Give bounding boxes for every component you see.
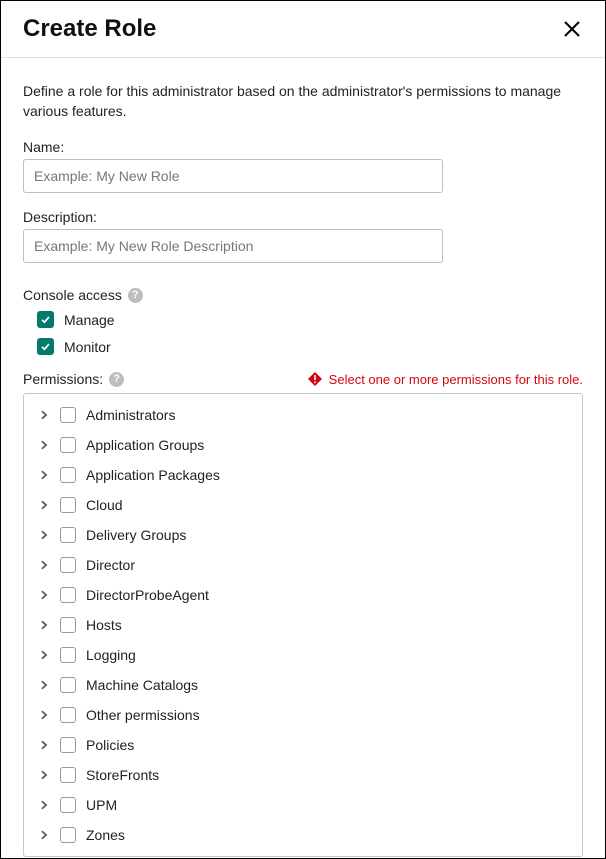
permission-checkbox[interactable] xyxy=(60,767,76,783)
monitor-label: Monitor xyxy=(64,339,111,355)
permission-row: Hosts xyxy=(24,610,582,640)
permission-checkbox[interactable] xyxy=(60,527,76,543)
chevron-right-icon[interactable] xyxy=(38,739,50,751)
permission-label: Machine Catalogs xyxy=(86,677,198,693)
permission-row: Other permissions xyxy=(24,700,582,730)
permission-row: Machine Catalogs xyxy=(24,670,582,700)
permission-checkbox[interactable] xyxy=(60,707,76,723)
manage-label: Manage xyxy=(64,312,115,328)
permission-label: Delivery Groups xyxy=(86,527,186,543)
permissions-label: Permissions: xyxy=(23,371,103,387)
chevron-right-icon[interactable] xyxy=(38,589,50,601)
manage-checkbox[interactable] xyxy=(37,311,54,328)
permission-checkbox[interactable] xyxy=(60,497,76,513)
permission-checkbox[interactable] xyxy=(60,797,76,813)
permission-checkbox[interactable] xyxy=(60,677,76,693)
permission-checkbox[interactable] xyxy=(60,587,76,603)
permission-row: Logging xyxy=(24,640,582,670)
error-text: Select one or more permissions for this … xyxy=(329,372,583,387)
permission-row: Cloud xyxy=(24,490,582,520)
description-label: Description: xyxy=(23,209,583,225)
chevron-right-icon[interactable] xyxy=(38,619,50,631)
permission-row: Application Packages xyxy=(24,460,582,490)
permission-label: Zones xyxy=(86,827,125,843)
chevron-right-icon[interactable] xyxy=(38,499,50,511)
permission-label: Application Packages xyxy=(86,467,220,483)
error-icon xyxy=(307,371,323,387)
permission-row: Application Groups xyxy=(24,430,582,460)
permission-checkbox[interactable] xyxy=(60,467,76,483)
permission-checkbox[interactable] xyxy=(60,407,76,423)
chevron-right-icon[interactable] xyxy=(38,469,50,481)
permission-label: StoreFronts xyxy=(86,767,159,783)
permission-checkbox[interactable] xyxy=(60,737,76,753)
chevron-right-icon[interactable] xyxy=(38,709,50,721)
close-button[interactable] xyxy=(561,18,583,40)
chevron-right-icon[interactable] xyxy=(38,799,50,811)
close-icon xyxy=(562,19,582,39)
check-icon xyxy=(40,341,51,352)
permission-label: Cloud xyxy=(86,497,123,513)
permission-label: Hosts xyxy=(86,617,122,633)
permission-label: Logging xyxy=(86,647,136,663)
permission-row: UPM xyxy=(24,790,582,820)
dialog-title: Create Role xyxy=(23,15,156,43)
permission-row: Zones xyxy=(24,820,582,850)
permission-label: DirectorProbeAgent xyxy=(86,587,209,603)
permission-checkbox[interactable] xyxy=(60,617,76,633)
console-access-label: Console access xyxy=(23,287,122,303)
permission-checkbox[interactable] xyxy=(60,557,76,573)
help-icon[interactable]: ? xyxy=(109,372,124,387)
chevron-right-icon[interactable] xyxy=(38,409,50,421)
name-label: Name: xyxy=(23,139,583,155)
permission-row: Policies xyxy=(24,730,582,760)
chevron-right-icon[interactable] xyxy=(38,769,50,781)
chevron-right-icon[interactable] xyxy=(38,649,50,661)
chevron-right-icon[interactable] xyxy=(38,439,50,451)
permission-label: Application Groups xyxy=(86,437,204,453)
permission-row: Administrators xyxy=(24,400,582,430)
chevron-right-icon[interactable] xyxy=(38,559,50,571)
chevron-right-icon[interactable] xyxy=(38,679,50,691)
chevron-right-icon[interactable] xyxy=(38,529,50,541)
permission-checkbox[interactable] xyxy=(60,437,76,453)
description-input[interactable] xyxy=(23,229,443,263)
permission-label: Policies xyxy=(86,737,134,753)
permission-label: Administrators xyxy=(86,407,175,423)
check-icon xyxy=(40,314,51,325)
intro-text: Define a role for this administrator bas… xyxy=(23,82,583,121)
permission-row: Director xyxy=(24,550,582,580)
permission-label: Other permissions xyxy=(86,707,200,723)
permission-row: Delivery Groups xyxy=(24,520,582,550)
help-icon[interactable]: ? xyxy=(128,288,143,303)
chevron-right-icon[interactable] xyxy=(38,829,50,841)
permission-checkbox[interactable] xyxy=(60,827,76,843)
permission-checkbox[interactable] xyxy=(60,647,76,663)
permission-label: Director xyxy=(86,557,135,573)
monitor-checkbox[interactable] xyxy=(37,338,54,355)
permission-row: StoreFronts xyxy=(24,760,582,790)
permissions-panel: Administrators Application Groups Applicat… xyxy=(23,393,583,857)
permission-label: UPM xyxy=(86,797,117,813)
permission-row: DirectorProbeAgent xyxy=(24,580,582,610)
name-input[interactable] xyxy=(23,159,443,193)
